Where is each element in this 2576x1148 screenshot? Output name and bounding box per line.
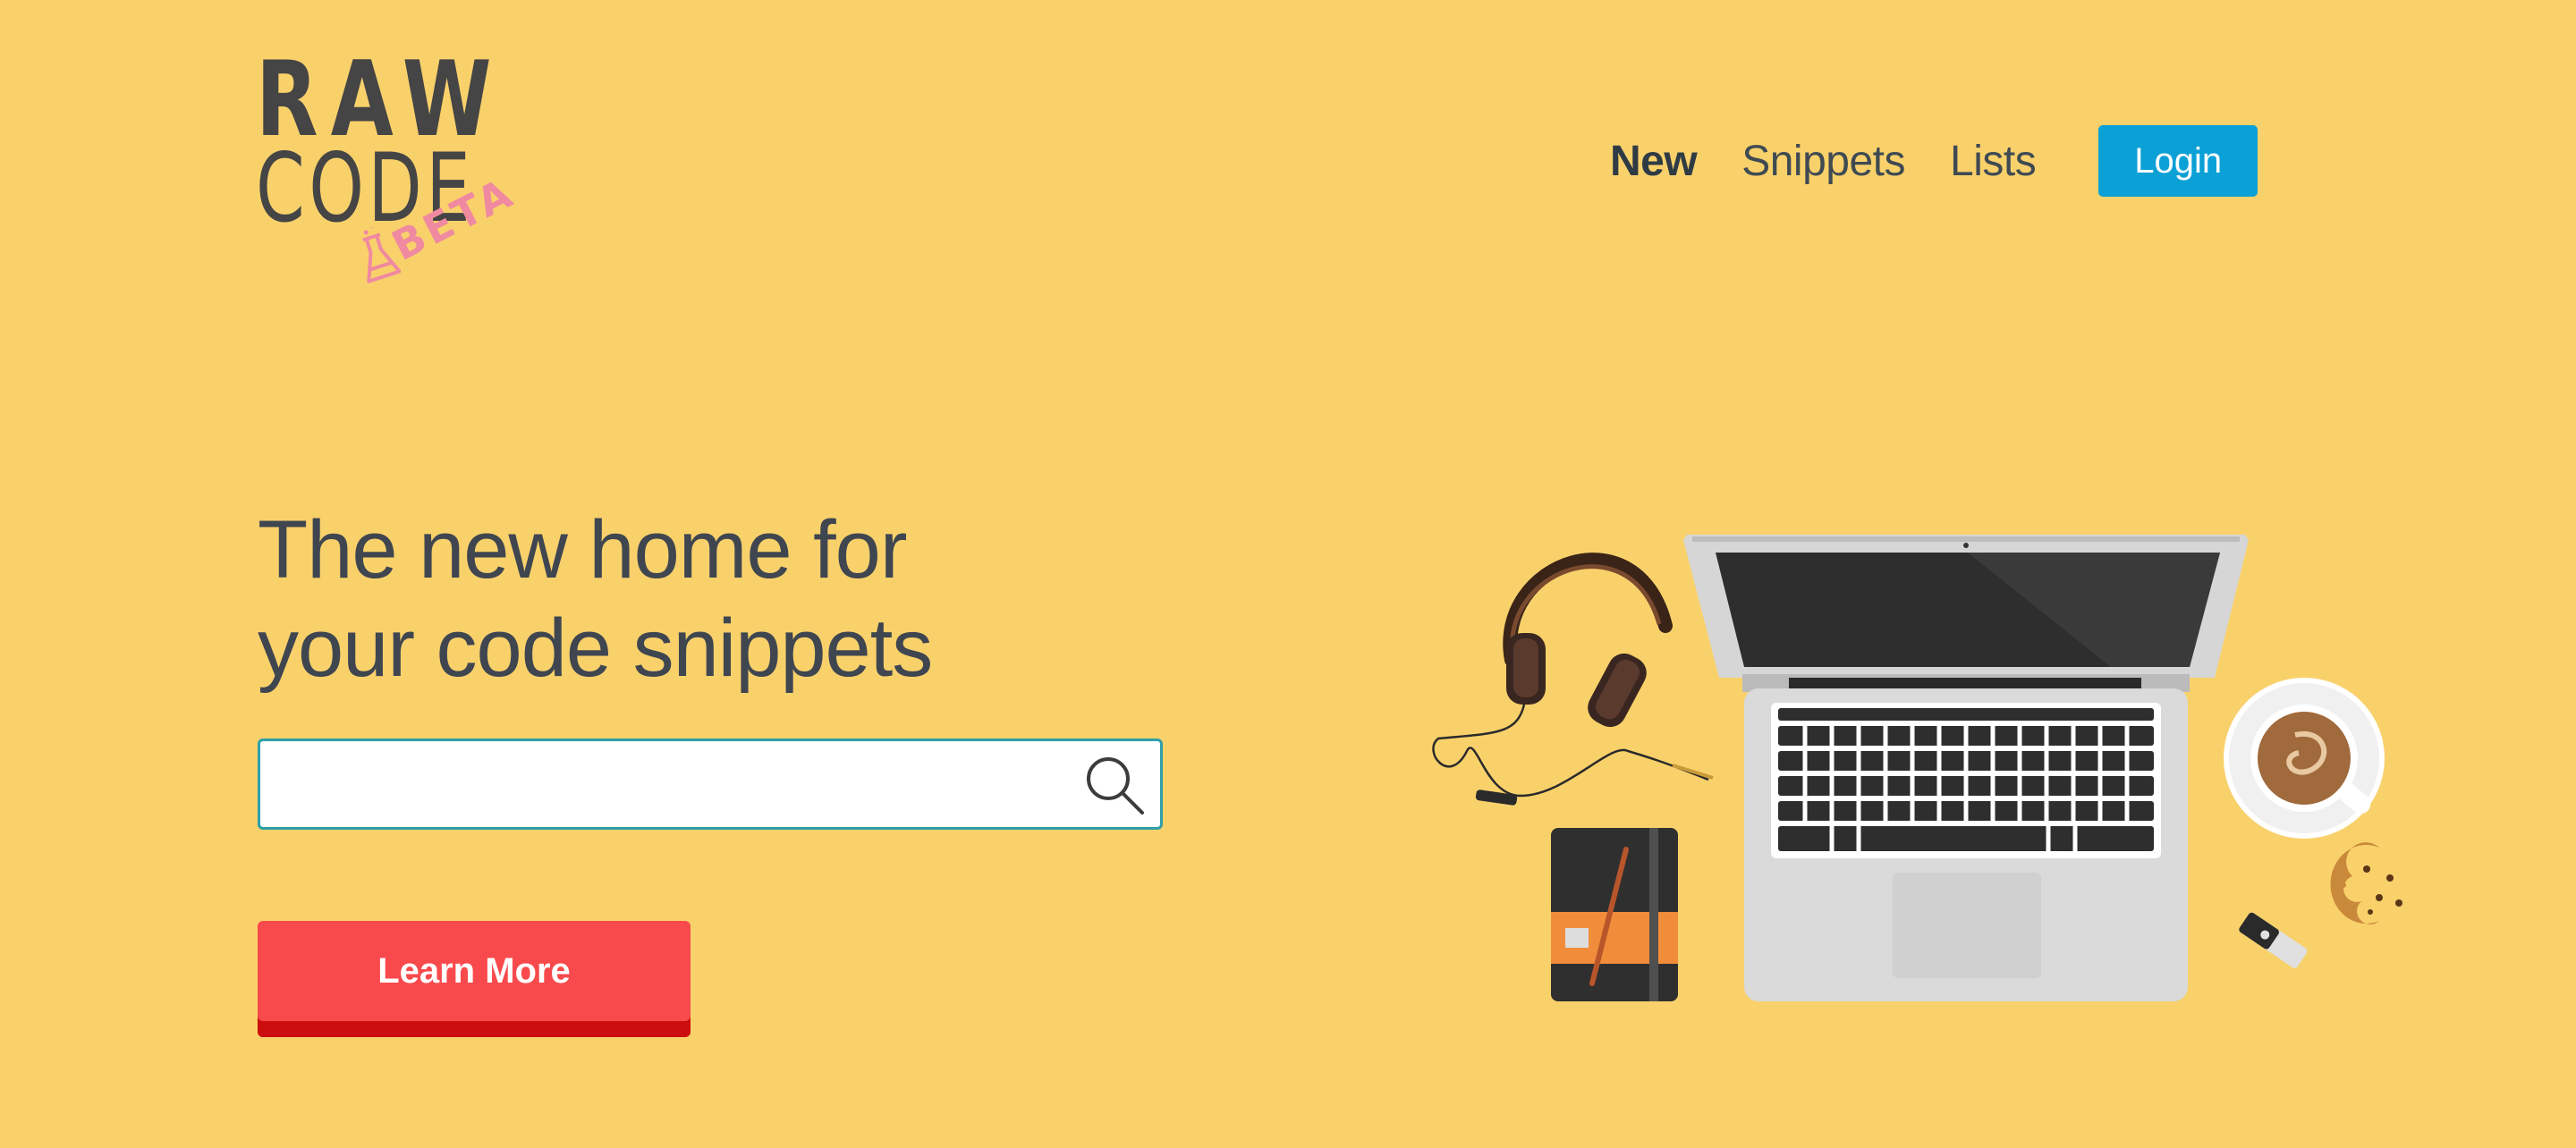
nav-item-lists[interactable]: Lists — [1950, 137, 2037, 186]
hero-title-line-2: your code snippets — [258, 603, 933, 694]
hero-title: The new home for your code snippets — [258, 501, 933, 697]
raw-code-logo[interactable]: RAW CODE BETA — [256, 48, 524, 299]
notebook-icon — [1551, 828, 1678, 1001]
headphones-icon — [1432, 553, 1714, 806]
search-input[interactable] — [282, 754, 1055, 818]
usb-stick-icon — [2239, 912, 2308, 968]
search-icon[interactable] — [1081, 752, 1148, 818]
nav-item-new[interactable]: New — [1610, 137, 1698, 186]
desk-illustration — [1432, 535, 2402, 1001]
nav-item-snippets[interactable]: Snippets — [1741, 137, 1905, 186]
beta-badge: BETA — [356, 168, 522, 297]
cookie-icon — [2330, 842, 2402, 924]
coffee-cup-icon — [2224, 678, 2385, 839]
laptop-icon — [1683, 535, 2249, 1001]
learn-more-button[interactable]: Learn More — [258, 921, 691, 1037]
hero-title-line-1: The new home for — [258, 504, 907, 595]
search-box — [258, 739, 1163, 830]
login-button[interactable]: Login — [2098, 125, 2258, 197]
main-nav: New Snippets Lists Login — [1610, 123, 2258, 198]
